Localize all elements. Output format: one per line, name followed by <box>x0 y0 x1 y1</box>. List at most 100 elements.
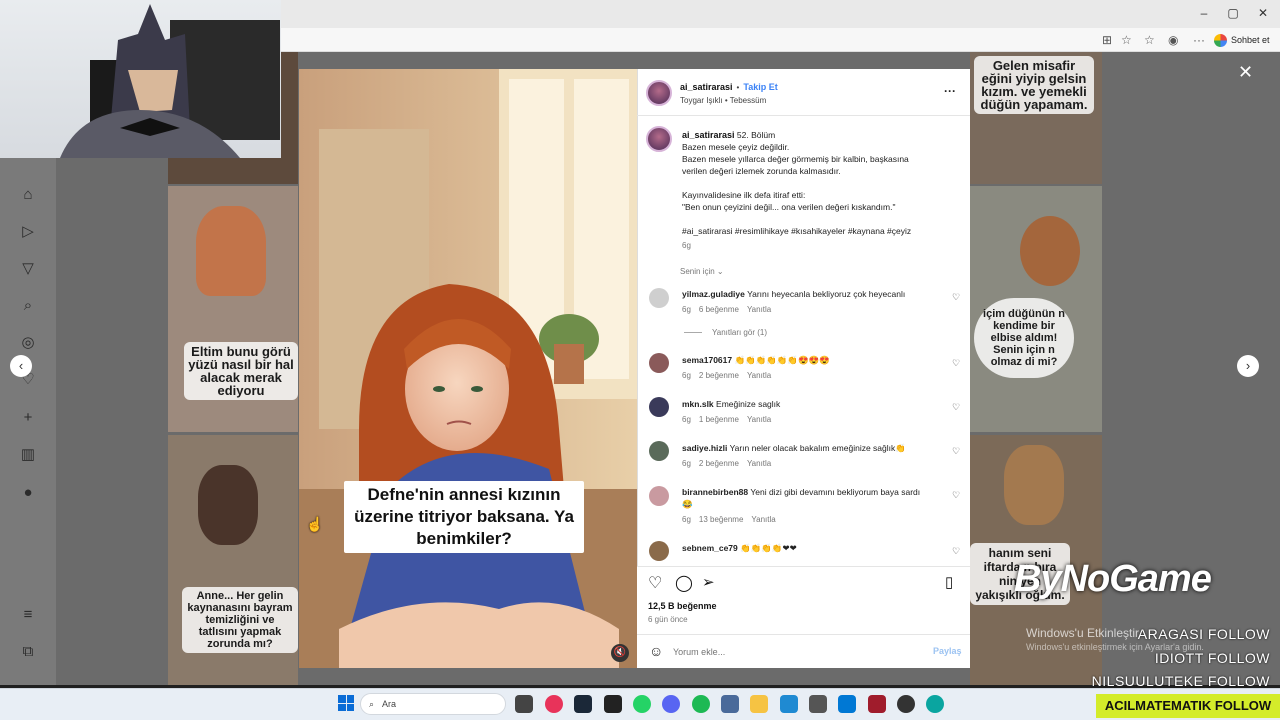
commenter-avatar[interactable] <box>649 441 669 461</box>
profile-icon[interactable]: ◉ <box>1168 33 1178 47</box>
grid-tile[interactable]: Anne... Her gelin kaynanasını bayram tem… <box>168 435 298 685</box>
create-icon[interactable]: + <box>18 408 38 428</box>
comment-like-icon[interactable]: ♡ <box>952 402 960 413</box>
tile-illustration <box>1020 216 1080 286</box>
follower-ticker: IDIOTT FOLLOW <box>1154 650 1270 666</box>
post-caption: ai_satirarasi 52. Bölüm Bazen mesele çey… <box>682 129 962 213</box>
more-menu-icon[interactable]: ··· <box>1193 33 1205 47</box>
comment-likes[interactable]: 6 beğenme <box>699 305 739 314</box>
spotify-icon[interactable] <box>692 695 710 713</box>
comment-icon[interactable]: ◯ <box>675 573 693 593</box>
grid-tile[interactable]: içim düğünün n kendime bir elbise aldım!… <box>970 186 1102 432</box>
more-options-icon[interactable]: ··· <box>944 84 956 98</box>
whatsapp-icon[interactable] <box>633 695 651 713</box>
commenter-avatar[interactable] <box>649 541 669 561</box>
commenter-avatar[interactable] <box>649 288 669 308</box>
vscode-icon[interactable] <box>780 695 798 713</box>
likes-count[interactable]: 12,5 B beğenme <box>648 601 717 611</box>
commenter-avatar[interactable] <box>649 353 669 373</box>
start-icon[interactable] <box>338 695 354 711</box>
app-icon[interactable] <box>721 695 739 713</box>
steam-icon[interactable] <box>574 695 592 713</box>
copilot-chat-button[interactable]: Sohbet et <box>1214 31 1270 49</box>
window-close-button[interactable]: ✕ <box>1253 6 1273 20</box>
explore-icon[interactable]: ◎ <box>18 333 38 353</box>
author-username[interactable]: ai_satirarasi <box>680 82 733 92</box>
home-icon[interactable]: ⌂ <box>18 185 38 205</box>
comment-user[interactable]: sadiye.hizli <box>682 443 727 453</box>
edge-icon[interactable] <box>926 695 944 713</box>
comment-user[interactable]: birannebirben88 <box>682 487 748 497</box>
comment-user[interactable]: yilmaz.guladiye <box>682 289 745 299</box>
search-icon[interactable]: ⌕ <box>18 296 38 316</box>
prev-post-button[interactable]: ‹ <box>10 355 32 377</box>
valorant-icon[interactable] <box>868 695 886 713</box>
follow-button[interactable]: Takip Et <box>743 82 777 92</box>
post-illustration <box>299 69 637 668</box>
comment-like-icon[interactable]: ♡ <box>952 490 960 501</box>
tile-caption: Eltim bunu görü yüzü nasıl bir hal alaca… <box>184 342 298 400</box>
bynogame-logo: ByNoGame <box>1014 558 1212 600</box>
comment-input[interactable] <box>673 645 913 659</box>
share-icon[interactable]: ➢ <box>702 573 715 591</box>
comment-user[interactable]: mkn.slk <box>682 399 714 409</box>
comment-like-icon[interactable]: ♡ <box>952 546 960 557</box>
comment-likes[interactable]: 2 beğenme <box>699 371 739 380</box>
reply-button[interactable]: Yanıtla <box>747 371 771 380</box>
comment-likes[interactable]: 13 beğenme <box>699 515 743 524</box>
save-bookmark-icon[interactable]: ▯ <box>945 573 953 591</box>
comment-text: 👏👏👏👏👏👏😍😍😍 <box>734 355 830 365</box>
follower-ticker: NILSUULUTEKE FOLLOW <box>1091 673 1270 689</box>
obs-icon[interactable] <box>897 695 915 713</box>
grid-tile[interactable]: Eltim bunu görü yüzü nasıl bir hal alaca… <box>168 186 298 432</box>
app-icon[interactable] <box>809 695 827 713</box>
author-avatar[interactable] <box>646 80 672 106</box>
reply-button[interactable]: Yanıtla <box>751 515 775 524</box>
comment-user[interactable]: sema170617 <box>682 355 732 365</box>
reels-icon[interactable]: ▷ <box>18 222 38 242</box>
menu-icon[interactable]: ≡ <box>18 605 38 625</box>
activate-windows-title: Windows'u Etkinleştir <box>1026 626 1139 640</box>
reply-button[interactable]: Yanıtla <box>747 415 771 424</box>
comment-user[interactable]: sebnem_ce79 <box>682 543 738 553</box>
reply-button[interactable]: Yanıtla <box>747 459 771 468</box>
caption-avatar[interactable] <box>646 126 672 152</box>
like-icon[interactable]: ♡ <box>648 573 662 593</box>
comment-likes[interactable]: 2 beğenme <box>699 459 739 468</box>
hashtags[interactable]: #ai_satirarasi #resimlihikaye #kısahikay… <box>682 225 911 237</box>
post-comment-button[interactable]: Paylaş <box>933 646 962 656</box>
direct-message-icon[interactable]: ▽ <box>18 259 38 279</box>
opera-icon[interactable] <box>545 695 563 713</box>
taskbar-search[interactable]: ⌕ Ara <box>360 693 506 715</box>
favorite-star-icon[interactable]: ☆ <box>1121 33 1132 47</box>
mute-icon[interactable]: 🔇 <box>611 644 629 662</box>
view-replies-button[interactable]: Yanıtları gör (1) <box>712 328 767 337</box>
close-modal-icon[interactable]: ✕ <box>1238 62 1253 83</box>
apps-icon[interactable]: ⧉ <box>18 642 38 662</box>
caption-username[interactable]: ai_satirarasi <box>682 130 735 140</box>
collections-icon[interactable]: ☆ <box>1144 33 1155 47</box>
reply-button[interactable]: Yanıtla <box>747 305 771 314</box>
task-view-icon[interactable] <box>515 695 533 713</box>
post-image[interactable] <box>299 69 637 668</box>
emoji-icon[interactable]: ☺ <box>649 643 663 659</box>
store-icon[interactable] <box>838 695 856 713</box>
discord-icon[interactable] <box>662 695 680 713</box>
file-explorer-icon[interactable] <box>750 695 768 713</box>
comment-sort-dropdown[interactable]: Senin için ⌄ <box>680 267 724 276</box>
window-minimize-button[interactable]: – <box>1194 6 1214 20</box>
comment-likes[interactable]: 1 beğenme <box>699 415 739 424</box>
commenter-avatar[interactable] <box>649 486 669 506</box>
grid-tile[interactable]: Gelen misafir eğini yiyip gelsin kızım. … <box>970 52 1102 184</box>
next-post-button[interactable]: › <box>1237 355 1259 377</box>
music-info[interactable]: Toygar Işıklı • Tebessüm <box>680 96 766 105</box>
dashboard-icon[interactable]: ▥ <box>18 445 38 465</box>
epic-games-icon[interactable] <box>604 695 622 713</box>
window-maximize-button[interactable]: ▢ <box>1223 6 1243 20</box>
comment-like-icon[interactable]: ♡ <box>952 358 960 369</box>
comment-like-icon[interactable]: ♡ <box>952 446 960 457</box>
commenter-avatar[interactable] <box>649 397 669 417</box>
comment-like-icon[interactable]: ♡ <box>952 292 960 303</box>
tabs-icon[interactable]: ⊞ <box>1102 33 1112 47</box>
profile-avatar-icon[interactable]: ● <box>18 483 38 503</box>
